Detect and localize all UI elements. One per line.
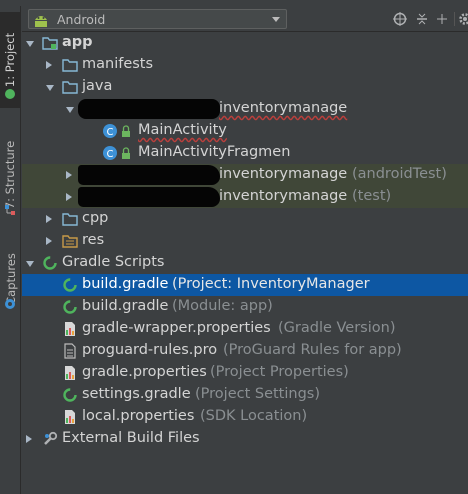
project-header: Android	[22, 6, 468, 32]
svg-text:C: C	[107, 127, 114, 138]
tree-row-java[interactable]: java	[22, 76, 468, 98]
folder-icon	[62, 59, 78, 72]
tree-label-gradle-properties-suffix: (Project Properties)	[210, 364, 349, 380]
project-tree[interactable]: app manifests java inventorymanage C Mai…	[22, 32, 468, 494]
tree-label-local-properties-suffix: (SDK Location)	[200, 408, 308, 424]
view-selector[interactable]: Android	[28, 9, 287, 29]
expand-arrow-icon[interactable]	[26, 435, 32, 443]
tree-label-gradle-wrapper: gradle-wrapper.properties	[82, 320, 271, 336]
expand-arrow-icon[interactable]	[26, 261, 34, 267]
android-icon	[5, 89, 15, 99]
tree-row-app[interactable]: app	[22, 32, 468, 54]
tab-structure-label: 7: Structure	[3, 140, 18, 210]
tree-label-build-gradle-project: build.gradle	[82, 276, 169, 292]
tree-label-build-gradle-module: build.gradle	[82, 298, 169, 314]
expand-arrow-icon[interactable]	[46, 61, 52, 69]
tree-label-proguard: proguard-rules.pro	[82, 342, 218, 358]
hide-icon[interactable]	[434, 11, 450, 27]
expand-arrow-icon[interactable]	[46, 215, 52, 223]
tree-label-res: res	[82, 232, 105, 248]
tree-label-main-activity: MainActivity	[138, 122, 227, 138]
redacted-package-name	[78, 99, 220, 119]
captures-icon	[5, 299, 15, 309]
tree-label-test-suffix: (test)	[352, 188, 392, 204]
tree-row-main-activity-fragment[interactable]: C MainActivityFragmen	[22, 142, 468, 164]
android-icon	[35, 16, 47, 27]
tree-row-gradle-wrapper[interactable]: gradle-wrapper.properties (Gradle Versio…	[22, 318, 468, 340]
properties-file-icon	[65, 322, 75, 336]
redacted-package-name	[78, 187, 220, 207]
lock-icon	[122, 147, 130, 159]
tree-row-manifests[interactable]: manifests	[22, 54, 468, 76]
redacted-package-name	[78, 165, 220, 185]
tree-label-gradle-properties: gradle.properties	[82, 364, 207, 380]
properties-file-icon	[65, 366, 75, 380]
gear-icon[interactable]	[458, 11, 468, 27]
class-icon: C	[103, 146, 117, 160]
collapse-all-icon[interactable]	[414, 11, 430, 27]
tool-window-strip: 1: Project 7: Structure Captures	[0, 6, 21, 494]
tree-label-package-test: inventorymanage	[219, 188, 348, 204]
module-folder-icon	[42, 37, 58, 50]
tree-row-gradle-scripts[interactable]: Gradle Scripts	[22, 252, 468, 274]
gradle-icon	[63, 278, 77, 292]
scroll-from-source-icon[interactable]	[392, 11, 408, 27]
tree-label-java: java	[82, 78, 113, 94]
view-selector-label: Android	[57, 12, 106, 27]
folder-icon	[62, 81, 78, 94]
expand-arrow-icon[interactable]	[66, 193, 72, 201]
tree-row-proguard[interactable]: proguard-rules.pro (ProGuard Rules for a…	[22, 340, 468, 362]
tree-row-gradle-properties[interactable]: gradle.properties (Project Properties)	[22, 362, 468, 384]
resource-folder-icon	[62, 235, 78, 248]
expand-arrow-icon[interactable]	[66, 171, 72, 179]
tree-label-app: app	[62, 34, 93, 50]
folder-icon	[62, 213, 78, 226]
tree-label-gradle-wrapper-suffix: (Gradle Version)	[278, 320, 396, 336]
expand-arrow-icon[interactable]	[66, 107, 74, 113]
tab-project-label: 1: Project	[3, 32, 18, 88]
tree-row-package-main[interactable]: inventorymanage	[22, 98, 468, 120]
lock-icon	[122, 125, 130, 137]
tree-row-local-properties[interactable]: local.properties (SDK Location)	[22, 406, 468, 428]
tree-label-package-android-test: inventorymanage	[219, 166, 348, 182]
tree-label-proguard-suffix: (ProGuard Rules for app)	[223, 342, 402, 358]
tree-row-build-gradle-project[interactable]: build.gradle (Project: InventoryManager	[22, 274, 468, 296]
tree-row-cpp[interactable]: cpp	[22, 208, 468, 230]
tree-label-external-build-files: External Build Files	[62, 430, 200, 446]
tree-row-external-build-files[interactable]: External Build Files	[22, 428, 468, 450]
expand-arrow-icon[interactable]	[46, 237, 52, 245]
tree-label-cpp: cpp	[82, 210, 109, 226]
tree-label-android-test-suffix: (androidTest)	[352, 166, 447, 182]
svg-text:C: C	[107, 149, 114, 160]
tree-label-main-activity-fragment: MainActivityFragmen	[138, 144, 291, 160]
gradle-icon	[43, 256, 57, 270]
tree-label-gradle-scripts: Gradle Scripts	[62, 254, 165, 270]
header-divider	[454, 12, 455, 26]
tree-label-settings-gradle: settings.gradle	[82, 386, 191, 402]
tree-label-build-gradle-module-suffix: (Module: app)	[172, 298, 273, 314]
tree-label-local-properties: local.properties	[82, 408, 195, 424]
gradle-icon	[63, 388, 77, 402]
tree-label-build-gradle-project-suffix: (Project: InventoryManager	[172, 276, 370, 292]
tree-row-package-test[interactable]: inventorymanage (test)	[22, 186, 468, 208]
tree-row-main-activity[interactable]: C MainActivity	[22, 120, 468, 142]
tree-row-res[interactable]: res	[22, 230, 468, 252]
expand-arrow-icon[interactable]	[46, 85, 54, 91]
tree-row-settings-gradle[interactable]: settings.gradle (Project Settings)	[22, 384, 468, 406]
text-file-icon	[64, 343, 76, 359]
tree-row-package-android-test[interactable]: inventorymanage (androidTest)	[22, 164, 468, 186]
tree-label-settings-gradle-suffix: (Project Settings)	[195, 386, 321, 402]
tree-label-manifests: manifests	[82, 56, 154, 72]
properties-file-icon	[65, 410, 75, 424]
wrench-icon	[44, 431, 58, 445]
tree-row-build-gradle-module[interactable]: build.gradle (Module: app)	[22, 296, 468, 318]
gradle-icon	[63, 300, 77, 314]
chevron-down-icon	[272, 17, 280, 22]
class-icon: C	[103, 124, 117, 138]
structure-icon	[5, 205, 15, 215]
tree-label-package-main: inventorymanage	[219, 100, 348, 116]
expand-arrow-icon[interactable]	[26, 41, 34, 47]
